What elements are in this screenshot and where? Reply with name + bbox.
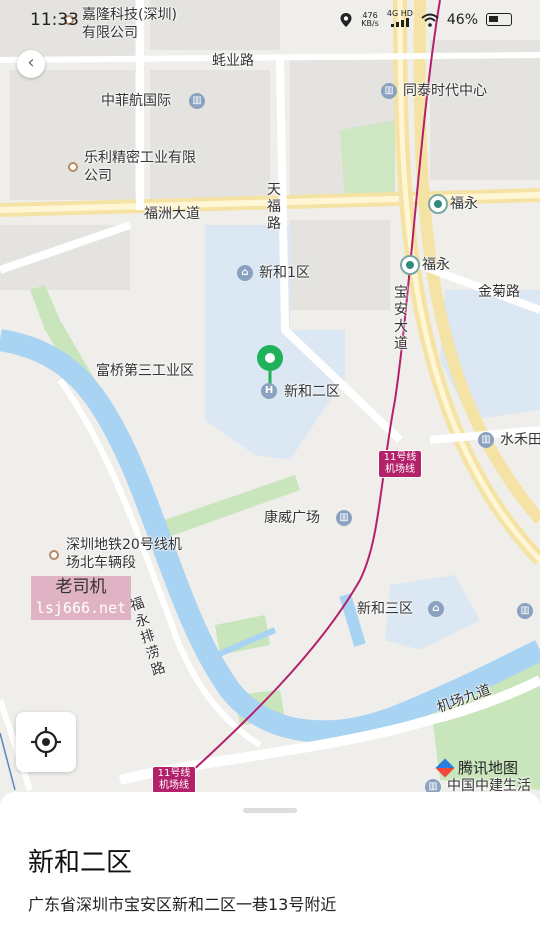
brand-label: 腾讯地图 [458,759,519,777]
building-icon: ▥ [336,510,352,526]
poi-label-xinhe1[interactable]: 新和1区 [259,264,310,282]
hotel-icon: H [261,383,277,399]
metro-line-badge: 11号线机场线 [378,450,422,478]
metro-label-fuyong-a[interactable]: 福永 [450,195,478,213]
poi-label-xinhe3[interactable]: 新和三区 [357,600,413,618]
metro-station-icon [428,194,448,214]
wifi-icon [421,13,439,27]
sheet-drag-handle[interactable] [243,808,297,813]
locate-me-button[interactable] [16,712,76,772]
watermark: 老司机 lsj666.net [31,576,131,620]
poi-label-xinhe2[interactable]: 新和二区 [284,383,340,401]
back-button[interactable]: ‹ [17,50,45,78]
poi-label-depot[interactable]: 深圳地铁20号线机场北车辆段 [66,536,191,572]
map-brand: 腾讯地图 [435,757,519,778]
poi-label-zhongfei[interactable]: 中菲航国际 [101,92,171,110]
poi-dot-icon [68,162,78,172]
poi-label-kangwei[interactable]: 康威广场 [264,509,320,527]
watermark-line2: lsj666.net [35,599,127,617]
status-bar: 11:33 476 KB/s 4G HD 46% [0,0,540,40]
metro-station-icon [400,255,420,275]
building-icon: ▥ [478,432,494,448]
tencent-map-logo-icon [435,757,455,778]
home-icon: ⌂ [237,265,253,281]
battery-icon [486,13,512,26]
place-title: 新和二区 [28,848,133,878]
road-label-baoan: 宝安大道 [394,285,408,352]
poi-label-shuihe[interactable]: 水禾田 [500,431,540,449]
building-icon: ▥ [381,83,397,99]
chevron-left-icon: ‹ [27,52,35,73]
network-label: 4G HD [386,9,413,18]
poi-label-leli[interactable]: 乐利精密工业有限公司 [84,149,196,185]
location-icon [340,12,352,27]
building-icon: ▥ [517,603,533,619]
road-label-haoye: 蚝业路 [212,53,254,69]
net-speed-unit: KB/s [361,18,379,28]
metro-line-badge: 11号线机场线 [152,766,196,794]
crosshair-icon [31,727,61,757]
status-time: 11:33 [30,10,79,30]
road-label-tianfu: 天福路 [267,182,281,232]
road-label-fuzhou: 福洲大道 [144,206,200,222]
poi-label-fuqiao[interactable]: 富桥第三工业区 [96,362,194,380]
battery-percent: 46% [446,11,478,28]
metro-label-fuyong-b[interactable]: 福永 [422,256,450,274]
place-detail-sheet[interactable]: 新和二区 广东省深圳市宝安区新和二区一巷13号附近 [0,792,540,933]
building-icon: ▥ [189,93,205,109]
watermark-line1: 老司机 [55,577,107,597]
net-speed: 476 KB/s [361,11,379,28]
poi-dot-icon [49,550,59,560]
place-address: 广东省深圳市宝安区新和二区一巷13号附近 [28,895,337,914]
home-icon: ⌂ [428,601,444,617]
status-icons: 476 KB/s 4G HD 46% [339,10,512,29]
poi-label-tongtai[interactable]: 同泰时代中心 [403,82,487,100]
signal-icon [390,18,409,27]
road-label-jinju: 金菊路 [478,284,520,300]
network-type: 4G HD [387,10,413,29]
